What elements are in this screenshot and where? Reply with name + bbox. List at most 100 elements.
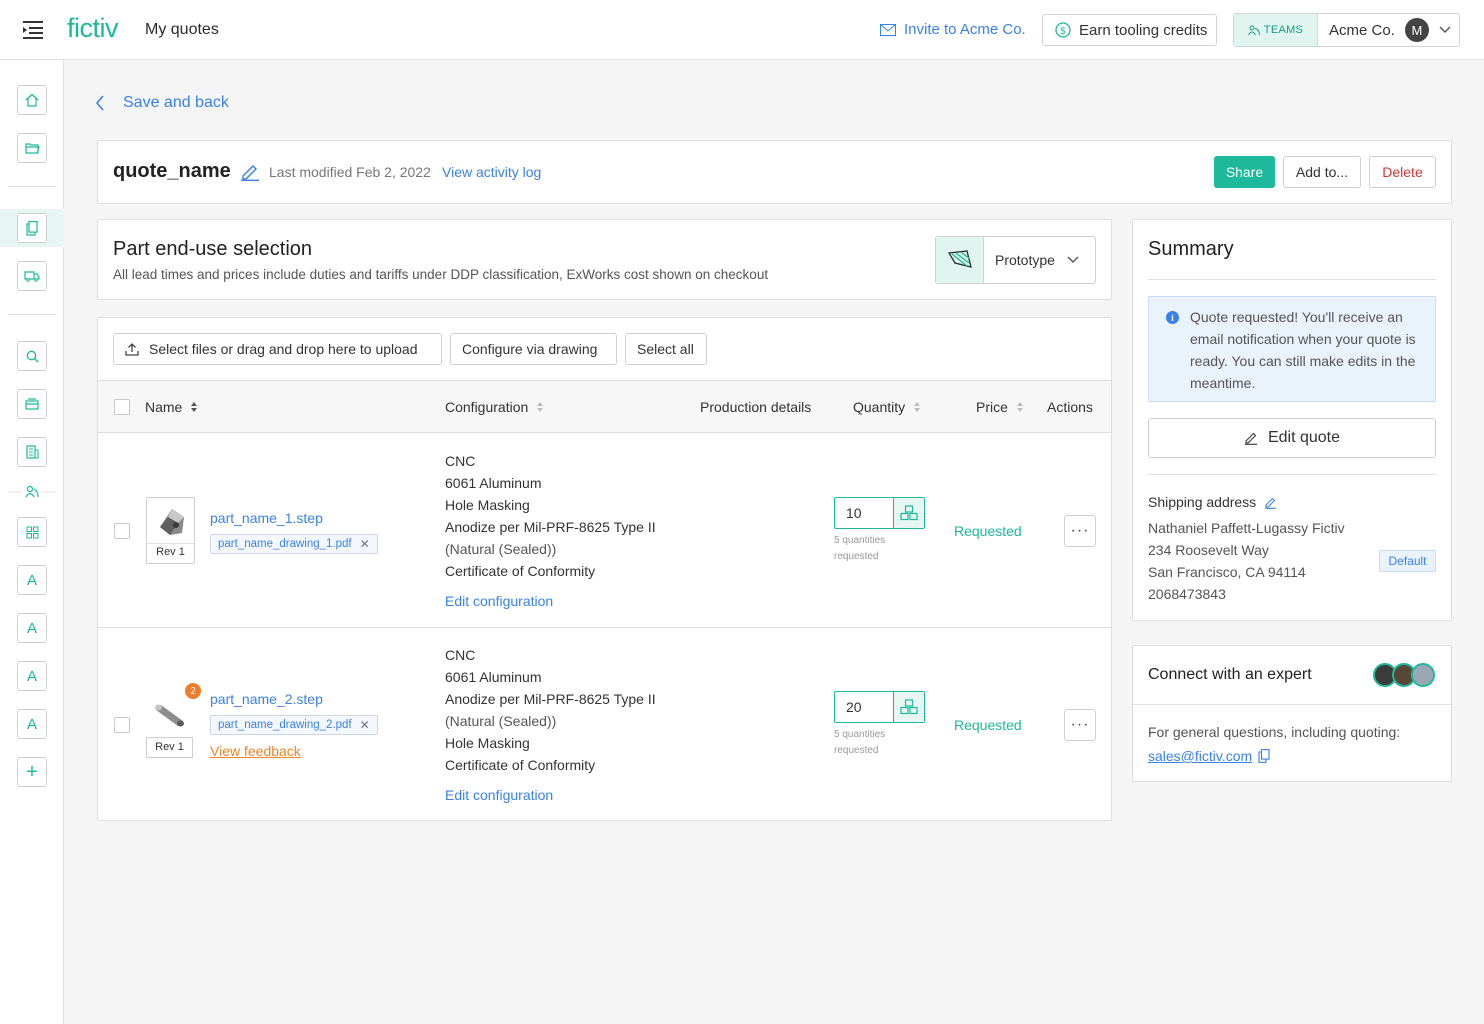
select-all-button[interactable]: Select all: [625, 333, 707, 365]
price-status: Requested: [954, 523, 1022, 539]
add-team-button[interactable]: +: [17, 757, 47, 787]
column-price[interactable]: Price: [976, 399, 1024, 415]
sort-icon: [537, 402, 544, 412]
row-actions-button[interactable]: ···: [1064, 515, 1096, 547]
team-name-select[interactable]: Acme Co. M: [1318, 14, 1451, 46]
sidebar-item-dashboard[interactable]: [17, 517, 47, 547]
address-name: Nathaniel Paffett-Lugassy Fictiv: [1148, 520, 1345, 536]
select-all-checkbox[interactable]: [114, 399, 130, 415]
sidebar-item-company[interactable]: [17, 437, 47, 467]
quantity-input[interactable]: 10: [834, 497, 925, 529]
upload-button[interactable]: Select files or drag and drop here to up…: [113, 333, 442, 365]
teams-label: TEAMS: [1263, 24, 1304, 36]
summary-panel: Summary i Quote requested! You'll receiv…: [1132, 219, 1452, 621]
add-to-button[interactable]: Add to...: [1283, 156, 1361, 188]
sidebar-divider: [8, 186, 56, 187]
end-use-select[interactable]: Prototype: [935, 236, 1096, 284]
config-material: 6061 Aluminum: [445, 669, 542, 685]
drawing-tag[interactable]: part_name_drawing_2.pdf ✕: [210, 715, 378, 735]
part-thumbnail[interactable]: Rev 1: [146, 691, 195, 758]
copy-icon[interactable]: [1258, 749, 1270, 763]
config-material: 6061 Aluminum: [445, 475, 542, 491]
sidebar-item-home[interactable]: [17, 85, 47, 115]
sidebar-item-quotes[interactable]: [17, 213, 47, 243]
config-finish-detail: (Natural (Sealed)): [445, 713, 557, 729]
expert-panel: Connect with an expert For general quest…: [1132, 645, 1452, 782]
grid-icon: [26, 526, 38, 538]
pencil-icon: [1244, 432, 1257, 445]
drawing-tag[interactable]: part_name_drawing_1.pdf ✕: [210, 534, 378, 554]
part-2-image: [146, 691, 193, 737]
edit-quote-button[interactable]: Edit quote: [1148, 418, 1436, 458]
last-modified: Last modified Feb 2, 2022: [269, 164, 431, 180]
config-process: CNC: [445, 453, 476, 469]
earn-credits-button[interactable]: $ Earn tooling credits: [1042, 14, 1217, 46]
table-header: Name Configuration Production details Qu…: [98, 380, 1111, 433]
sales-email-link[interactable]: sales@fictiv.com: [1148, 748, 1270, 764]
sidebar-item-team-a-4[interactable]: A: [17, 709, 47, 739]
edit-configuration-link[interactable]: Edit configuration: [445, 593, 553, 609]
sidebar-item-orders[interactable]: [17, 261, 47, 291]
sidebar-item-team-a-1[interactable]: A: [17, 565, 47, 595]
chevron-down-icon: [1439, 26, 1451, 33]
edit-configuration-link[interactable]: Edit configuration: [445, 787, 553, 803]
quantities-icon[interactable]: [893, 692, 924, 722]
quantity-note-status: requested: [834, 745, 879, 756]
column-configuration[interactable]: Configuration: [445, 399, 544, 415]
sidebar-item-search[interactable]: [17, 341, 47, 371]
search-icon: [26, 350, 38, 362]
sidebar-item-team-a-3[interactable]: A: [17, 661, 47, 691]
save-and-back-link[interactable]: Save and back: [95, 94, 229, 112]
team-switcher[interactable]: TEAMS Acme Co. M: [1233, 13, 1460, 47]
view-feedback-link[interactable]: View feedback: [210, 743, 301, 759]
shipping-address-label: Shipping address: [1148, 494, 1277, 510]
row-actions-button[interactable]: ···: [1064, 709, 1096, 741]
upload-label: Select files or drag and drop here to up…: [149, 341, 418, 357]
sales-email: sales@fictiv.com: [1148, 748, 1253, 764]
edit-address-icon[interactable]: [1264, 496, 1277, 509]
dollar-icon: $: [1055, 22, 1071, 38]
remove-drawing-icon[interactable]: ✕: [360, 537, 370, 551]
edit-pencil-icon[interactable]: [240, 163, 260, 181]
folder-icon: [24, 143, 40, 154]
share-button[interactable]: Share: [1214, 156, 1275, 188]
home-icon: [25, 93, 39, 107]
delete-button[interactable]: Delete: [1369, 156, 1436, 188]
part-file-link[interactable]: part_name_2.step: [210, 691, 323, 707]
address-city: San Francisco, CA 94114: [1148, 564, 1306, 580]
revision-label: Rev 1: [146, 737, 193, 758]
menu-icon[interactable]: [23, 20, 45, 40]
quantity-input[interactable]: 20: [834, 691, 925, 723]
invite-link[interactable]: Invite to Acme Co.: [880, 21, 1026, 38]
sidebar-item-inbox[interactable]: [17, 389, 47, 419]
column-name[interactable]: Name: [145, 399, 198, 415]
sidebar-item-folders[interactable]: [17, 133, 47, 163]
summary-title: Summary: [1148, 238, 1234, 260]
remove-drawing-icon[interactable]: ✕: [360, 718, 370, 732]
earn-label: Earn tooling credits: [1079, 21, 1208, 39]
quantity-note: 5 quantities requested: [834, 533, 914, 565]
part-thumbnail[interactable]: Rev 1: [146, 497, 195, 564]
sidebar-item-team-a-2[interactable]: A: [17, 613, 47, 643]
quantities-icon[interactable]: [893, 498, 924, 528]
activity-log-link[interactable]: View activity log: [442, 164, 541, 180]
feedback-count-badge: 2: [185, 683, 201, 699]
top-bar: fictiv My quotes Invite to Acme Co. $ Ea…: [0, 0, 1484, 60]
part-file-link[interactable]: part_name_1.step: [210, 510, 323, 526]
parts-table-card: Select files or drag and drop here to up…: [97, 317, 1112, 821]
shipping-label-text: Shipping address: [1148, 494, 1257, 510]
config-certificate: Certificate of Conformity: [445, 757, 596, 773]
expert-text: For general questions, including quoting…: [1148, 724, 1401, 740]
row-checkbox[interactable]: [114, 717, 130, 733]
row-checkbox[interactable]: [114, 523, 130, 539]
quantity-value: 20: [846, 699, 862, 715]
avatar[interactable]: M: [1404, 18, 1429, 42]
team-icon: [1247, 25, 1260, 35]
address-phone: 2068473843: [1148, 586, 1226, 602]
fictiv-logo[interactable]: fictiv: [67, 13, 119, 44]
expert-title: Connect with an expert: [1148, 666, 1312, 683]
quotes-icon: [26, 220, 38, 236]
column-quantity[interactable]: Quantity: [853, 399, 921, 415]
config-finish: Anodize per Mil-PRF-8625 Type II: [445, 691, 656, 707]
configure-drawing-button[interactable]: Configure via drawing: [450, 333, 617, 365]
